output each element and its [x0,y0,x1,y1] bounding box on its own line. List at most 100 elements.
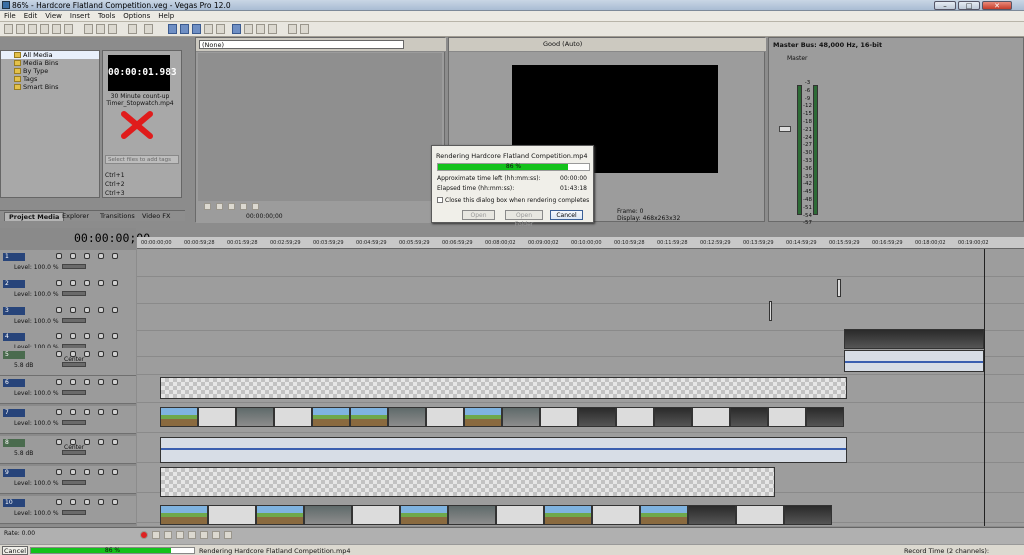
play-from-start-icon[interactable] [164,531,172,539]
track-header-10[interactable]: 10 Level: 100.0 % [0,496,136,524]
track-level-slider[interactable] [62,480,86,485]
video-event[interactable] [160,467,775,497]
video-event[interactable] [837,279,841,297]
video-event[interactable] [160,407,198,427]
mute-icon[interactable] [56,439,62,445]
auto-icon[interactable] [112,253,118,259]
tag-input[interactable]: Select files to add tags [105,155,179,164]
comp-icon[interactable] [98,280,104,286]
video-event[interactable] [844,329,984,349]
auto-icon[interactable] [112,379,118,385]
zoom-edit-tool-icon[interactable] [268,24,277,34]
video-event[interactable] [448,505,496,525]
normal-edit-tool-icon[interactable] [232,24,241,34]
track-header-9[interactable]: 9 Level: 100.0 % [0,466,136,494]
menu-help[interactable]: Help [154,11,178,20]
menu-file[interactable]: File [0,11,20,20]
tab-transitions[interactable]: Transitions [96,212,139,221]
pause-icon[interactable] [188,531,196,539]
solo-icon[interactable] [70,379,76,385]
auto-icon[interactable] [112,499,118,505]
video-event[interactable] [592,505,640,525]
track-header-3[interactable]: 3 Level: 100.0 % [0,304,136,332]
comp-icon[interactable] [98,439,104,445]
video-event[interactable] [654,407,692,427]
auto-icon[interactable] [112,469,118,475]
video-event[interactable] [352,505,400,525]
auto-icon[interactable] [112,307,118,313]
video-event[interactable] [256,505,304,525]
mute-icon[interactable] [56,409,62,415]
mute-icon[interactable] [56,351,62,357]
solo-icon[interactable] [70,333,76,339]
auto-icon[interactable] [112,333,118,339]
close-button[interactable]: ✕ [982,1,1012,10]
comp-icon[interactable] [98,379,104,385]
mute-icon[interactable] [56,253,62,259]
video-event[interactable] [768,407,806,427]
mute-icon[interactable] [56,307,62,313]
minimize-button[interactable]: – [934,1,956,10]
comp-icon[interactable] [98,307,104,313]
mute-icon[interactable] [56,379,62,385]
capture-icon[interactable] [64,24,73,34]
auto-ripple-icon[interactable] [192,24,201,34]
video-event[interactable] [198,407,236,427]
fx-icon[interactable] [84,280,90,286]
mute-icon[interactable] [56,280,62,286]
fx-icon[interactable] [84,351,90,357]
video-event[interactable] [544,505,592,525]
save-project-icon[interactable] [28,24,37,34]
time-ruler[interactable]: 00:00:00;00 00:00:59;28 00:01:59;28 00:02:5… [137,237,1024,249]
solo-icon[interactable] [70,499,76,505]
play-icon[interactable] [216,203,223,210]
video-event[interactable] [160,505,208,525]
tab-video-fx[interactable]: Video FX [138,212,174,221]
auto-icon[interactable] [112,439,118,445]
video-event[interactable] [578,407,616,427]
video-event[interactable] [350,407,388,427]
video-event[interactable] [730,407,768,427]
audio-event[interactable] [844,350,984,372]
playhead-cursor[interactable] [984,249,985,526]
auto-crossfades-icon[interactable] [180,24,189,34]
envelope-edit-tool-icon[interactable] [244,24,253,34]
track-level-slider[interactable] [62,510,86,515]
stop-icon[interactable] [200,531,208,539]
tab-explorer[interactable]: Explorer [58,212,93,221]
video-event[interactable] [426,407,464,427]
enable-snapping-icon[interactable] [168,24,177,34]
track-level-slider[interactable] [62,264,86,269]
preview-quality-select[interactable]: Good (Auto) [543,40,582,48]
video-event[interactable] [274,407,312,427]
go-to-start-icon[interactable] [212,531,220,539]
track-level-slider[interactable] [62,420,86,425]
video-event[interactable] [692,407,730,427]
video-event[interactable] [736,505,784,525]
comp-icon[interactable] [98,409,104,415]
track-header-6[interactable]: 6 Level: 100.0 % [0,376,136,404]
comp-icon[interactable] [98,333,104,339]
video-event[interactable] [304,505,352,525]
video-event[interactable] [208,505,256,525]
selection-edit-tool-icon[interactable] [256,24,265,34]
ignore-event-grouping-icon[interactable] [216,24,225,34]
track-header-7[interactable]: 7 Level: 100.0 % [0,406,136,434]
track-header-8[interactable]: 8 5.8 dB Center [0,436,136,464]
maximize-button[interactable]: □ [958,1,980,10]
mute-icon[interactable] [56,499,62,505]
open-folder-button[interactable]: Open Folder [505,210,543,228]
tree-item-media-bins[interactable]: Media Bins [1,59,99,67]
tab-project-media[interactable]: Project Media [4,212,65,221]
go-to-end-icon[interactable] [224,531,232,539]
auto-icon[interactable] [112,409,118,415]
video-event[interactable] [502,407,540,427]
video-event[interactable] [806,407,844,427]
video-event[interactable] [616,407,654,427]
loop-playback-icon[interactable] [152,531,160,539]
tree-item-tags[interactable]: Tags [1,75,99,83]
solo-icon[interactable] [70,253,76,259]
audio-event[interactable] [160,437,847,463]
auto-icon[interactable] [112,280,118,286]
stop-icon[interactable] [228,203,235,210]
